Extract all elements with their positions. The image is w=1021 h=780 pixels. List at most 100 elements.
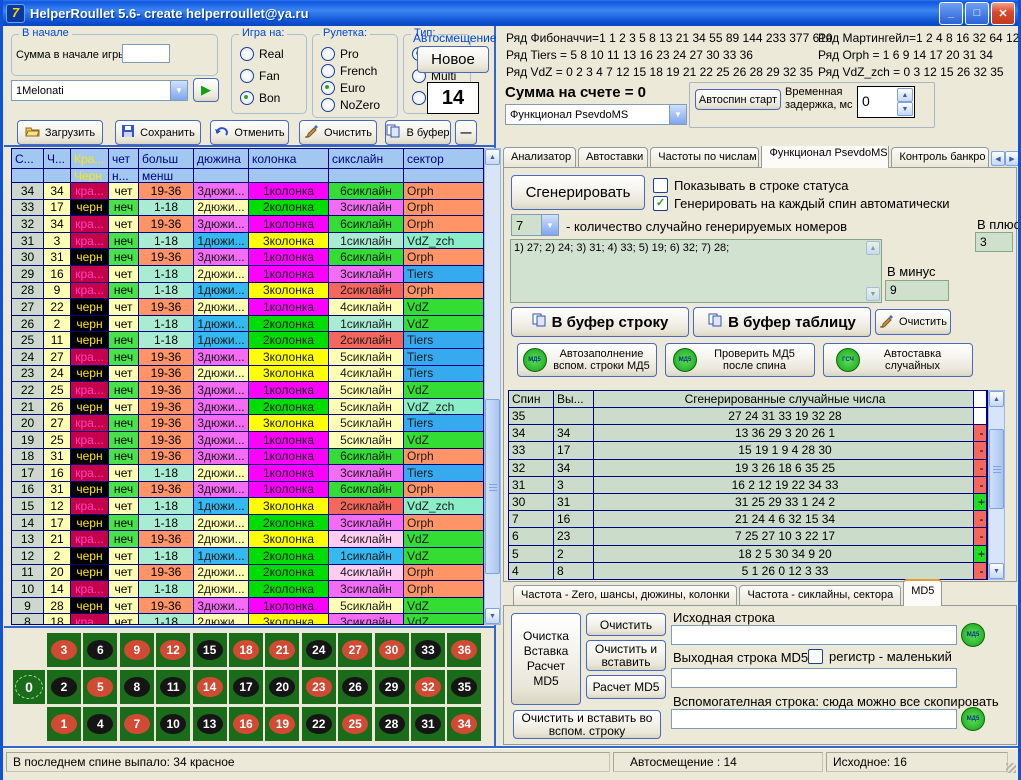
header-cell[interactable] — [329, 169, 404, 183]
header-cell[interactable]: больш — [139, 149, 194, 169]
lowercase-checkbox[interactable]: регистр - маленький — [808, 649, 952, 664]
board-number-cell[interactable]: 35 — [447, 670, 481, 704]
в буфер-button[interactable]: В буфер — [385, 120, 451, 145]
board-number-cell[interactable]: 36 — [447, 633, 481, 667]
board-number-cell[interactable]: 5 — [83, 670, 117, 704]
board-number-cell[interactable]: 23 — [302, 670, 336, 704]
table-row[interactable]: 1631черннеч19-363дюжи...1колонка6сиклайн… — [12, 482, 483, 499]
table-row[interactable]: 1120чернчет19-362дюжи...2колонка4сиклайн… — [12, 565, 483, 582]
md5-aux-icon[interactable]: МД5 — [961, 707, 985, 731]
md5-clear-paste-button[interactable]: Очистить и вставить — [586, 640, 666, 671]
minimize-button[interactable]: _ — [939, 2, 963, 25]
autogen-checkbox[interactable]: ✓ Генерировать на каждый спин автоматиче… — [653, 196, 950, 211]
board-number-cell[interactable]: 33 — [411, 633, 445, 667]
radio-roulette-euro[interactable]: Euro — [321, 81, 365, 95]
scrollbar-thumb[interactable] — [485, 399, 500, 574]
tab-автоставки[interactable]: Автоставки — [578, 147, 648, 168]
tab-md5[interactable]: MD5 — [903, 579, 942, 606]
check-md5-button[interactable]: МД5 Проверить МД5 после спина — [665, 343, 815, 377]
gen-table-scrollbar[interactable]: ▲ ▼ — [988, 390, 1005, 580]
board-number-cell[interactable]: 9 — [120, 633, 154, 667]
board-number-cell[interactable]: 27 — [338, 633, 372, 667]
board-number-cell[interactable]: 31 — [411, 707, 445, 741]
table-row[interactable]: 1925кра...неч19-363дюжи...1колонка5сикла… — [12, 432, 483, 449]
chevron-down-icon[interactable]: ▼ — [541, 215, 558, 235]
gen-table-row[interactable]: 5218 2 5 30 34 9 20+ — [509, 546, 987, 563]
count-combobox[interactable]: 7 ▼ — [511, 214, 559, 236]
header-cell[interactable]: колонка — [249, 149, 329, 169]
aux-string-input[interactable] — [671, 709, 957, 729]
source-string-input[interactable] — [671, 625, 957, 645]
header-cell[interactable] — [404, 169, 484, 183]
gen-table-row[interactable]: 6237 25 27 10 3 22 17- — [509, 528, 987, 545]
table-row[interactable]: 3031черннеч19-363дюжи...1колонка6сиклайн… — [12, 249, 483, 266]
table-row[interactable]: 2126чернчет19-363дюжи...2колонка5сиклайн… — [12, 399, 483, 416]
copy-table-button[interactable]: В буфер таблицу — [693, 307, 871, 337]
spin-table-scrollbar[interactable]: ▲ ▼ — [484, 148, 501, 625]
minus-field[interactable]: 9 — [885, 280, 949, 301]
radio-game-real[interactable]: Real — [240, 47, 284, 61]
board-number-cell[interactable]: 30 — [375, 633, 409, 667]
board-number-cell[interactable]: 7 — [120, 707, 154, 741]
table-row[interactable]: 928чернчет19-363дюжи...1колонка5сиклайнV… — [12, 598, 483, 615]
tab-scroll-right-button[interactable]: ▶ — [1005, 151, 1019, 166]
board-number-cell[interactable]: 24 — [302, 633, 336, 667]
tab-scroll-left-button[interactable]: ◀ — [991, 151, 1005, 166]
table-row[interactable]: 289кра...неч1-181дюжи...3колонка2сиклайн… — [12, 283, 483, 300]
header-cell[interactable]: Кра... — [71, 149, 109, 169]
table-row[interactable]: 818кра...чет1-182дюжи...3колонка3сиклайн… — [12, 614, 483, 625]
board-number-cell[interactable]: 13 — [193, 707, 227, 741]
header-cell[interactable]: менш — [139, 169, 194, 183]
clear-paste-calc-button[interactable]: Очистка Вставка Расчет MD5 — [511, 613, 581, 705]
table-row[interactable]: 3234кра...чет19-363дюжи...1колонка6сикла… — [12, 216, 483, 233]
table-row[interactable]: 1417черннеч1-182дюжи...2колонка3сиклайнO… — [12, 515, 483, 532]
header-cell[interactable]: Черн — [71, 169, 109, 183]
table-row[interactable]: 1014кра...чет1-182дюжи...2колонка3сиклай… — [12, 581, 483, 598]
tab-анализатор[interactable]: Анализатор — [503, 147, 576, 168]
md5-run-icon[interactable]: МД5 — [961, 623, 985, 647]
board-number-cell[interactable]: 20 — [265, 670, 299, 704]
header-cell[interactable] — [249, 169, 329, 183]
загрузить-button[interactable]: Загрузить — [17, 120, 103, 145]
radio-roulette-nozero[interactable]: NoZero — [321, 98, 380, 112]
board-number-cell[interactable]: 32 — [411, 670, 445, 704]
отменить-button[interactable]: Отменить — [210, 120, 289, 145]
table-row[interactable]: 313кра...неч1-181дюжи...3колонка1сиклайн… — [12, 233, 483, 250]
table-row[interactable]: 2225кра...неч19-363дюжи...1колонка5сикла… — [12, 382, 483, 399]
resize-grip[interactable] — [1006, 763, 1016, 773]
gen-table-row[interactable]: 71621 24 4 6 32 15 34- — [509, 511, 987, 528]
profile-combobox[interactable]: 1Melonati ▼ — [11, 80, 188, 101]
gen-table-row[interactable]: 303131 25 29 33 1 24 2+ — [509, 494, 987, 511]
table-row[interactable]: 2427кра...неч19-363дюжи...3колонка5сикла… — [12, 349, 483, 366]
md5-calc-button[interactable]: Расчет MD5 — [586, 675, 666, 699]
autobet-random-button[interactable]: ГСЧ Автоставка случайных — [823, 343, 973, 377]
header-cell[interactable] — [44, 169, 71, 183]
board-number-cell[interactable]: 21 — [265, 633, 299, 667]
radio-game-bon[interactable]: Bon — [240, 91, 280, 105]
table-row[interactable]: 1321кра...неч19-362дюжи...3колонка4сикла… — [12, 531, 483, 548]
window-titlebar[interactable]: 7 HelperRoullet 5.6- create helperroulle… — [0, 0, 1021, 26]
scroll-up-button[interactable]: ▲ — [989, 391, 1004, 407]
tab-контроль-банкро[interactable]: Контроль банкро — [891, 147, 989, 168]
clear-generated-button[interactable]: Очистить — [875, 309, 951, 335]
header-cell[interactable]: Сгенерированные случайные числа — [594, 391, 974, 408]
generated-textarea[interactable]: 1) 27; 2) 24; 3) 31; 4) 33; 5) 19; 6) 32… — [510, 239, 882, 303]
header-cell[interactable]: Спин — [509, 391, 554, 408]
header-cell[interactable]: Ч... — [44, 149, 71, 169]
maximize-button[interactable]: □ — [965, 2, 989, 25]
сохранить-button[interactable]: Сохранить — [115, 120, 201, 145]
clear-paste-aux-button[interactable]: Очистить и вставить во вспом. строку — [513, 710, 661, 739]
board-zero-cell[interactable]: 0 — [13, 670, 45, 704]
board-number-cell[interactable]: 14 — [193, 670, 227, 704]
header-cell[interactable]: сикслайн — [329, 149, 404, 169]
board-number-cell[interactable]: 8 — [120, 670, 154, 704]
board-number-cell[interactable]: 22 — [302, 707, 336, 741]
board-number-cell[interactable]: 29 — [375, 670, 409, 704]
board-number-cell[interactable]: 10 — [156, 707, 190, 741]
board-number-cell[interactable]: 15 — [193, 633, 227, 667]
spinner-down-button[interactable]: ▼ — [897, 102, 913, 116]
board-number-cell[interactable]: 6 — [83, 633, 117, 667]
board-number-cell[interactable]: 28 — [375, 707, 409, 741]
header-cell[interactable] — [194, 169, 249, 183]
header-cell[interactable]: С... — [12, 149, 44, 169]
